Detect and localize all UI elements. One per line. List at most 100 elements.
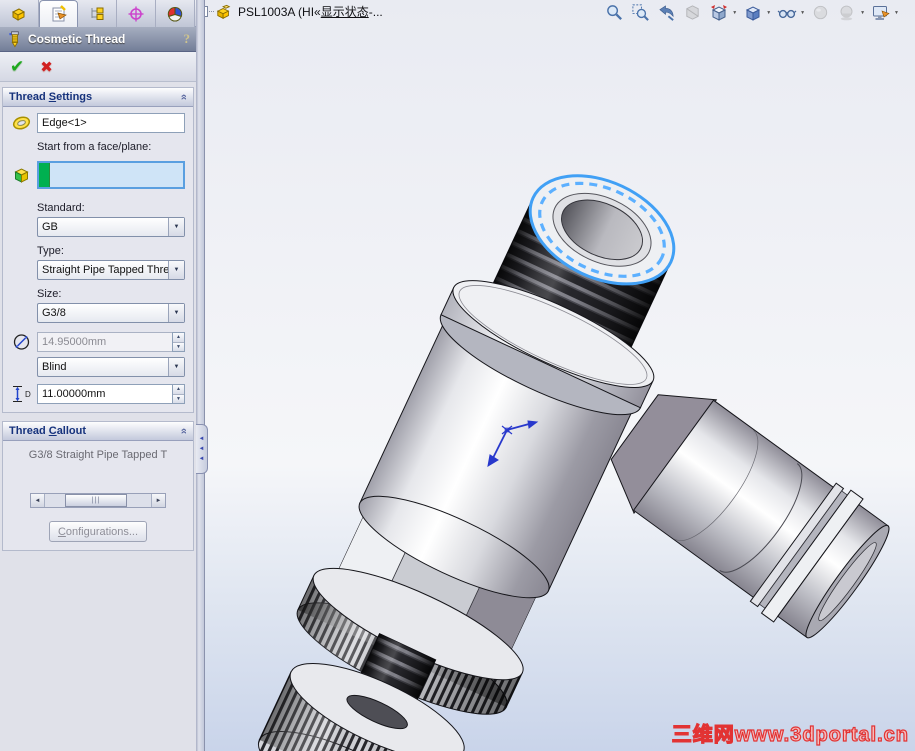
tree-connector bbox=[209, 11, 214, 12]
help-button[interactable]: ? bbox=[184, 31, 191, 47]
view-orientation-icon[interactable] bbox=[708, 2, 729, 23]
part-icon bbox=[216, 4, 231, 19]
chevron-down-icon[interactable]: ▼ bbox=[860, 10, 865, 16]
depth-spin-buttons[interactable]: ▲ ▼ bbox=[172, 384, 185, 404]
thread-settings-group: Thread Settings » Edge<1> Start from a f… bbox=[2, 87, 194, 413]
property-manager-icon bbox=[52, 5, 67, 22]
thread-settings-header[interactable]: Thread Settings » bbox=[3, 88, 193, 107]
chevron-down-icon[interactable]: ▼ bbox=[168, 218, 184, 236]
dimxpert-icon bbox=[128, 6, 144, 21]
diameter-spin-buttons[interactable]: ▲ ▼ bbox=[172, 332, 185, 352]
scrollbar-track[interactable]: ||| bbox=[45, 494, 151, 507]
collapse-chevron-icon[interactable]: » bbox=[178, 94, 190, 100]
face-selection-row bbox=[11, 161, 185, 189]
chevron-down-icon[interactable]: ▼ bbox=[732, 10, 737, 16]
face-selection-input[interactable] bbox=[37, 161, 185, 189]
depth-icon: D bbox=[11, 384, 37, 404]
property-manager-panel: Cosmetic Thread ? ✔ ✖ Thread Settings » bbox=[0, 0, 196, 751]
chevron-down-icon[interactable]: ▼ bbox=[800, 10, 805, 16]
scroll-left-icon[interactable]: ◄ bbox=[31, 494, 45, 507]
display-manager-icon bbox=[167, 6, 183, 22]
apply-scene-icon bbox=[810, 2, 831, 23]
spin-up-icon[interactable]: ▲ bbox=[173, 385, 184, 394]
flyout-feature-tree: + PSL1003A (HI«显示状态-... bbox=[205, 3, 383, 20]
configuration-manager-icon bbox=[91, 7, 104, 20]
selected-face-chip bbox=[39, 163, 50, 187]
section-view-icon bbox=[682, 2, 703, 23]
tab-property-manager[interactable] bbox=[39, 0, 78, 27]
graphics-viewport[interactable]: + PSL1003A (HI«显示状态-... bbox=[205, 0, 915, 751]
edge-icon bbox=[11, 113, 37, 133]
hide-show-items-icon[interactable] bbox=[776, 2, 797, 23]
cancel-button[interactable]: ✖ bbox=[40, 58, 53, 76]
zoom-fit-icon[interactable] bbox=[604, 2, 625, 23]
features-icon bbox=[11, 7, 26, 21]
thread-settings-body: Edge<1> Start from a face/plane: Standar… bbox=[3, 113, 193, 412]
scroll-right-icon[interactable]: ► bbox=[151, 494, 165, 507]
model-3d-view[interactable] bbox=[205, 0, 915, 751]
view-settings-icon bbox=[836, 2, 857, 23]
face-icon bbox=[11, 165, 37, 185]
chevron-down-icon[interactable]: ▼ bbox=[894, 10, 899, 16]
zoom-area-icon[interactable] bbox=[630, 2, 651, 23]
diameter-spinner[interactable]: 14.95000mm ▲ ▼ bbox=[37, 332, 185, 352]
tab-dimxpert-manager[interactable] bbox=[117, 0, 156, 27]
panel-collapse-tab[interactable]: ◄ ◄ ◄ bbox=[196, 424, 208, 474]
chevron-down-icon[interactable]: ▼ bbox=[168, 261, 184, 279]
configurations-button[interactable]: Configurations... bbox=[49, 521, 147, 542]
size-dropdown[interactable]: G3/8 ▼ bbox=[37, 303, 185, 323]
standard-dropdown[interactable]: GB ▼ bbox=[37, 217, 185, 237]
size-label: Size: bbox=[37, 288, 62, 300]
ok-button[interactable]: ✔ bbox=[10, 57, 24, 77]
depth-icon-letter: D bbox=[25, 389, 31, 399]
end-condition-dropdown[interactable]: Blind ▼ bbox=[37, 357, 185, 377]
manager-tabs bbox=[0, 0, 196, 27]
cosmetic-thread-icon bbox=[9, 31, 19, 48]
thread-callout-group: Thread Callout » G3/8 Straight Pipe Tapp… bbox=[2, 421, 194, 551]
edge-selection-input[interactable]: Edge<1> bbox=[37, 113, 185, 133]
thread-callout-body: G3/8 Straight Pipe Tapped T ◄ ||| ► Conf… bbox=[3, 449, 193, 550]
diameter-row: 14.95000mm ▲ ▼ bbox=[11, 332, 185, 352]
diameter-value[interactable]: 14.95000mm bbox=[37, 332, 172, 352]
chevron-down-icon[interactable]: ▼ bbox=[168, 304, 184, 322]
display-style-icon[interactable] bbox=[742, 2, 763, 23]
edge-selection-row: Edge<1> bbox=[11, 113, 185, 133]
collapse-chevron-icon[interactable]: » bbox=[178, 428, 190, 434]
thread-callout-title: Thread Callout bbox=[9, 425, 87, 437]
pm-action-bar: ✔ ✖ bbox=[0, 52, 196, 82]
depth-value[interactable]: 11.00000mm bbox=[37, 384, 172, 404]
splitter-arrow-icon: ◄ bbox=[198, 456, 205, 462]
tab-display-manager[interactable] bbox=[156, 0, 195, 27]
edit-appearance-screen-icon[interactable] bbox=[870, 2, 891, 23]
thread-callout-text: G3/8 Straight Pipe Tapped T bbox=[28, 449, 168, 461]
part-name-label[interactable]: PSL1003A (HI«显示状态-... bbox=[238, 3, 383, 20]
spin-down-icon[interactable]: ▼ bbox=[173, 393, 184, 403]
tab-feature-manager[interactable] bbox=[0, 0, 39, 27]
callout-scrollbar[interactable]: ◄ ||| ► bbox=[30, 493, 166, 508]
chevron-down-icon[interactable]: ▼ bbox=[168, 358, 184, 376]
tab-configuration-manager[interactable] bbox=[78, 0, 117, 27]
depth-spinner[interactable]: 11.00000mm ▲ ▼ bbox=[37, 384, 185, 404]
thread-diameter-icon bbox=[11, 332, 37, 352]
property-manager-header: Cosmetic Thread ? bbox=[0, 27, 196, 52]
splitter-arrow-icon: ◄ bbox=[198, 446, 205, 452]
spin-up-icon[interactable]: ▲ bbox=[173, 333, 184, 342]
thread-settings-title: Thread Settings bbox=[9, 91, 93, 103]
page-title: Cosmetic Thread bbox=[28, 32, 126, 46]
depth-row: D 11.00000mm ▲ ▼ bbox=[11, 384, 185, 404]
chevron-down-icon[interactable]: ▼ bbox=[766, 10, 771, 16]
watermark: 三维网www.3dportal.cn bbox=[671, 723, 909, 746]
tree-expand-button[interactable]: + bbox=[205, 6, 208, 17]
standard-label: Standard: bbox=[37, 202, 85, 214]
spin-down-icon[interactable]: ▼ bbox=[173, 341, 184, 351]
type-label: Type: bbox=[37, 245, 64, 257]
app-window: Cosmetic Thread ? ✔ ✖ Thread Settings » bbox=[0, 0, 915, 751]
previous-view-icon[interactable] bbox=[656, 2, 677, 23]
splitter-arrow-icon: ◄ bbox=[198, 436, 205, 442]
heads-up-toolbar: ▼ ▼ ▼ ▼ ▼ bbox=[604, 2, 899, 23]
scrollbar-thumb[interactable]: ||| bbox=[65, 494, 127, 507]
start-from-label: Start from a face/plane: bbox=[37, 141, 152, 153]
type-dropdown[interactable]: Straight Pipe Tapped Thread ▼ bbox=[37, 260, 185, 280]
thread-callout-header[interactable]: Thread Callout » bbox=[3, 422, 193, 441]
panel-splitter[interactable] bbox=[196, 0, 205, 751]
